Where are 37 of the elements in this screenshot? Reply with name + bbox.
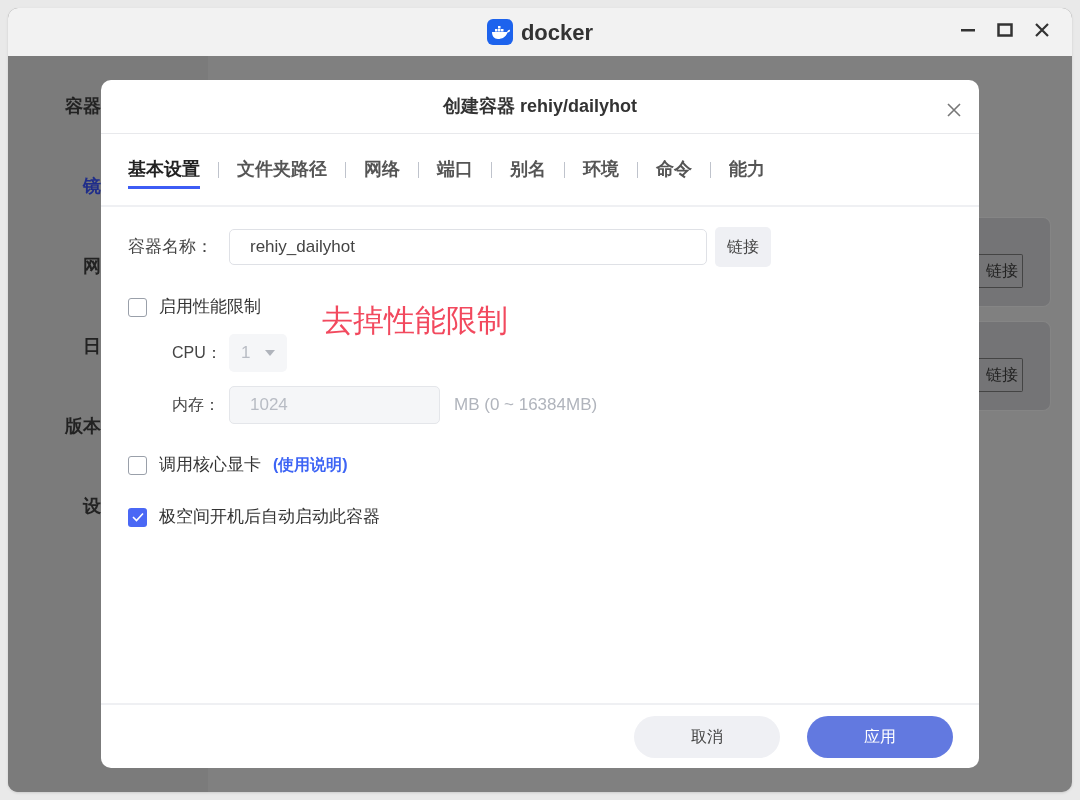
apply-button[interactable]: 应用 — [807, 715, 953, 758]
tab[interactable]: 环境 — [583, 133, 619, 206]
input-field[interactable]: rehiy_dailyhot — [229, 229, 707, 265]
maximize-icon[interactable] — [997, 22, 1013, 38]
sidebar-item[interactable]: 日 — [8, 306, 101, 386]
checkbox[interactable] — [128, 507, 147, 527]
sidebar-item[interactable]: 设 — [8, 466, 101, 546]
option-label: 启用性能限制 — [159, 296, 261, 319]
tab[interactable]: 网络 — [364, 133, 400, 206]
sidebar-item[interactable]: 镜 — [8, 146, 101, 226]
usage-link[interactable]: (使用说明) — [273, 453, 348, 477]
memory-range-hint: MB (0 ~ 16384MB) — [454, 394, 598, 417]
checkbox[interactable] — [128, 455, 147, 475]
option-label: 极空间开机后自动启动此容器 — [159, 506, 380, 529]
field-label: 容器名称： — [128, 236, 214, 259]
tab[interactable]: 别名 — [510, 133, 546, 206]
sidebar-item[interactable]: 容器 — [8, 66, 101, 146]
tab[interactable]: 基本设置 — [128, 153, 200, 189]
checkbox[interactable] — [128, 297, 147, 317]
dialog-title: 创建容器 rehiy/dailyhot — [443, 95, 637, 118]
cancel-button[interactable]: 取消 — [634, 715, 780, 758]
checkmark-icon — [131, 512, 144, 522]
field-label: CPU： — [172, 343, 223, 363]
tab[interactable]: 命令 — [656, 133, 692, 206]
link-button[interactable]: 链接 — [715, 227, 771, 267]
tab[interactable]: 能力 — [729, 133, 765, 206]
option-label: 调用核心显卡 — [159, 454, 261, 477]
caret-icon — [265, 350, 275, 356]
whale-logo-icon — [486, 19, 513, 45]
tab[interactable]: 文件夹路径 — [237, 133, 327, 206]
annotation-text: 去掉性能限制 — [322, 302, 508, 340]
close-icon[interactable] — [1034, 22, 1050, 38]
tab[interactable]: 端口 — [437, 133, 473, 206]
sidebar-item[interactable]: 版本 — [8, 386, 101, 466]
field-label: 内存： — [172, 395, 221, 415]
sidebar-item[interactable]: 网 — [8, 226, 101, 306]
window-title: docker — [520, 18, 594, 47]
